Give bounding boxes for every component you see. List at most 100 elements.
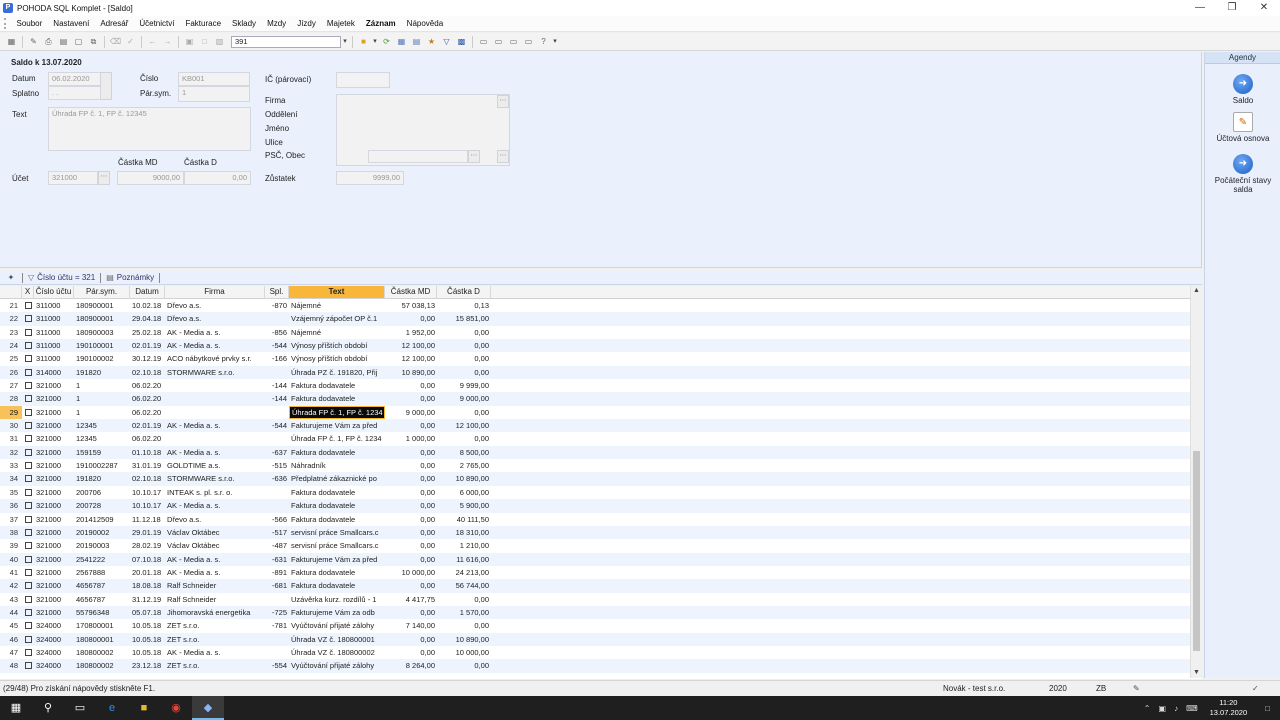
table-row[interactable]: 47 324000 180800002 10.05.18 AK - Media a. s… bbox=[0, 646, 1190, 659]
table-cell[interactable]: Faktura dodavatele bbox=[289, 499, 385, 512]
table-cell[interactable]: 9 000,00 bbox=[385, 406, 437, 419]
table-cell[interactable]: 0,00 bbox=[385, 459, 437, 472]
table-cell[interactable]: -554 bbox=[265, 659, 289, 672]
table-cell[interactable]: 10 890,00 bbox=[437, 472, 491, 485]
text-field[interactable]: Úhrada FP č. 1, FP č. 12345 bbox=[48, 107, 251, 151]
table-cell[interactable]: 57 038,13 bbox=[385, 299, 437, 312]
table-cell[interactable]: 8 264,00 bbox=[385, 659, 437, 672]
scroll-down-icon[interactable]: ▼ bbox=[1191, 668, 1202, 678]
table-cell[interactable]: 159159 bbox=[74, 446, 130, 459]
table-cell[interactable]: 25.02.18 bbox=[130, 326, 165, 339]
table-cell[interactable]: 40 111,50 bbox=[437, 513, 491, 526]
row-checkbox[interactable] bbox=[22, 633, 34, 646]
table-cell[interactable]: 24 bbox=[0, 339, 22, 352]
close-icon[interactable]: ✕ bbox=[1248, 0, 1280, 16]
table-cell[interactable]: 15 851,00 bbox=[437, 312, 491, 325]
checkbox-icon[interactable] bbox=[25, 542, 32, 550]
menu-item-8[interactable]: Majetek bbox=[321, 19, 360, 28]
table-cell[interactable]: AK - Media a. s. bbox=[165, 553, 265, 566]
table-cell[interactable]: 321000 bbox=[34, 486, 74, 499]
table-row[interactable]: 48 324000 180800002 23.12.18 ZET s.r.o. -554 V… bbox=[0, 659, 1190, 673]
table-cell[interactable] bbox=[165, 406, 265, 419]
table-cell[interactable]: -856 bbox=[265, 326, 289, 339]
clock[interactable]: 11:20 13.07.2020 bbox=[1202, 698, 1256, 718]
table-cell[interactable]: 22 bbox=[0, 312, 22, 325]
row-checkbox[interactable] bbox=[22, 299, 34, 312]
table-cell[interactable]: 311000 bbox=[34, 339, 74, 352]
pohoda-taskbar-icon[interactable]: ◆ bbox=[192, 696, 224, 720]
table-cell[interactable]: Faktura dodavatele bbox=[289, 566, 385, 579]
column-header-5[interactable]: Firma bbox=[165, 286, 265, 298]
table-cell[interactable]: 28.02.19 bbox=[130, 539, 165, 552]
table-cell[interactable]: 0,00 bbox=[385, 513, 437, 526]
menu-item-3[interactable]: Účetnictví bbox=[134, 19, 180, 28]
row-checkbox[interactable] bbox=[22, 459, 34, 472]
menu-item-9[interactable]: Záznam bbox=[360, 19, 401, 28]
table-cell[interactable]: Václav Oktábec bbox=[165, 526, 265, 539]
table-cell[interactable]: AK - Media a. s. bbox=[165, 646, 265, 659]
table-cell[interactable]: 180900001 bbox=[74, 299, 130, 312]
table-cell[interactable]: 26 bbox=[0, 366, 22, 379]
table-cell[interactable]: 180900003 bbox=[74, 326, 130, 339]
obec-browse-icon[interactable]: ⋯ bbox=[468, 150, 480, 163]
table-cell[interactable]: 321000 bbox=[34, 419, 74, 432]
table-cell[interactable]: 191820 bbox=[74, 366, 130, 379]
table-cell[interactable]: -566 bbox=[265, 513, 289, 526]
row-checkbox[interactable] bbox=[22, 392, 34, 405]
explorer-icon[interactable]: ■ bbox=[128, 696, 160, 720]
table-cell[interactable]: 23.12.18 bbox=[130, 659, 165, 672]
record-dropdown-icon[interactable]: ▾ bbox=[341, 36, 349, 48]
cancel-icon[interactable]: □ bbox=[199, 36, 211, 47]
table-cell[interactable]: Dřevo a.s. bbox=[165, 312, 265, 325]
table-cell[interactable]: 0,00 bbox=[437, 339, 491, 352]
menu-item-10[interactable]: Nápověda bbox=[401, 19, 448, 28]
table-cell[interactable] bbox=[265, 593, 289, 606]
table-cell[interactable]: -637 bbox=[265, 446, 289, 459]
column-header-0[interactable] bbox=[0, 286, 22, 298]
table-cell[interactable]: Dřevo a.s. bbox=[165, 299, 265, 312]
copy-icon[interactable]: ⧉ bbox=[88, 36, 100, 47]
checkbox-icon[interactable] bbox=[25, 582, 32, 590]
table-cell[interactable]: 321000 bbox=[34, 579, 74, 592]
calculator-icon[interactable]: ▧ bbox=[214, 36, 226, 47]
column-header-3[interactable]: Pár.sym. bbox=[74, 286, 130, 298]
table-cell[interactable]: 191820 bbox=[74, 472, 130, 485]
table-cell[interactable]: 321000 bbox=[34, 406, 74, 419]
table-row[interactable]: 36 321000 200728 10.10.17 AK - Media a. s. Fa… bbox=[0, 499, 1190, 513]
table-row[interactable]: 23 311000 180900003 25.02.18 AK - Media a. s… bbox=[0, 326, 1190, 339]
table-cell[interactable]: 38 bbox=[0, 526, 22, 539]
table-cell[interactable]: -870 bbox=[265, 299, 289, 312]
checkbox-icon[interactable] bbox=[25, 355, 32, 363]
row-checkbox[interactable] bbox=[22, 486, 34, 499]
psc-browse-icon[interactable]: ⋯ bbox=[497, 150, 509, 163]
table-cell[interactable]: 20190002 bbox=[74, 526, 130, 539]
table-cell[interactable]: 29.04.18 bbox=[130, 312, 165, 325]
column-header-6[interactable]: Spl. bbox=[265, 286, 289, 298]
table-row[interactable]: 31 321000 12345 06.02.20 Úhrada FP č. 1, FP … bbox=[0, 432, 1190, 445]
menu-item-7[interactable]: Jízdy bbox=[292, 19, 322, 28]
checkbox-icon[interactable] bbox=[25, 635, 32, 643]
table-cell[interactable]: 25 bbox=[0, 352, 22, 365]
agenda-saldo[interactable]: ➜ Saldo bbox=[1205, 74, 1280, 105]
table-cell[interactable]: AK - Media a. s. bbox=[165, 446, 265, 459]
table-cell[interactable]: 0,00 bbox=[437, 619, 491, 632]
table-cell[interactable]: Faktura dodavatele bbox=[289, 379, 385, 392]
table-cell[interactable]: servisní práce Smallcars.c bbox=[289, 526, 385, 539]
table-cell[interactable]: 30.12.19 bbox=[130, 352, 165, 365]
table-cell[interactable]: AK - Media a. s. bbox=[165, 419, 265, 432]
checkbox-icon[interactable] bbox=[25, 595, 32, 603]
table-cell[interactable]: 0,00 bbox=[437, 366, 491, 379]
table-cell[interactable]: 37 bbox=[0, 513, 22, 526]
column-header-7[interactable]: Text bbox=[289, 286, 385, 298]
row-checkbox[interactable] bbox=[22, 619, 34, 632]
row-checkbox[interactable] bbox=[22, 499, 34, 512]
table-cell[interactable]: 06.02.20 bbox=[130, 432, 165, 445]
column-header-1[interactable]: X bbox=[22, 286, 34, 298]
table-cell[interactable]: 0,00 bbox=[385, 392, 437, 405]
network-icon[interactable]: ▣ bbox=[1155, 704, 1171, 713]
table-row[interactable]: 40 321000 2541222 07.10.18 AK - Media a. s. -… bbox=[0, 552, 1190, 566]
table-cell[interactable]: 2 765,00 bbox=[437, 459, 491, 472]
checkbox-icon[interactable] bbox=[25, 408, 32, 416]
table-row[interactable]: 39 321000 20190003 28.02.19 Václav Oktábec -4… bbox=[0, 539, 1190, 552]
table-row[interactable]: 27 321000 1 06.02.20 -144 Faktura dodavatele 0… bbox=[0, 379, 1190, 392]
